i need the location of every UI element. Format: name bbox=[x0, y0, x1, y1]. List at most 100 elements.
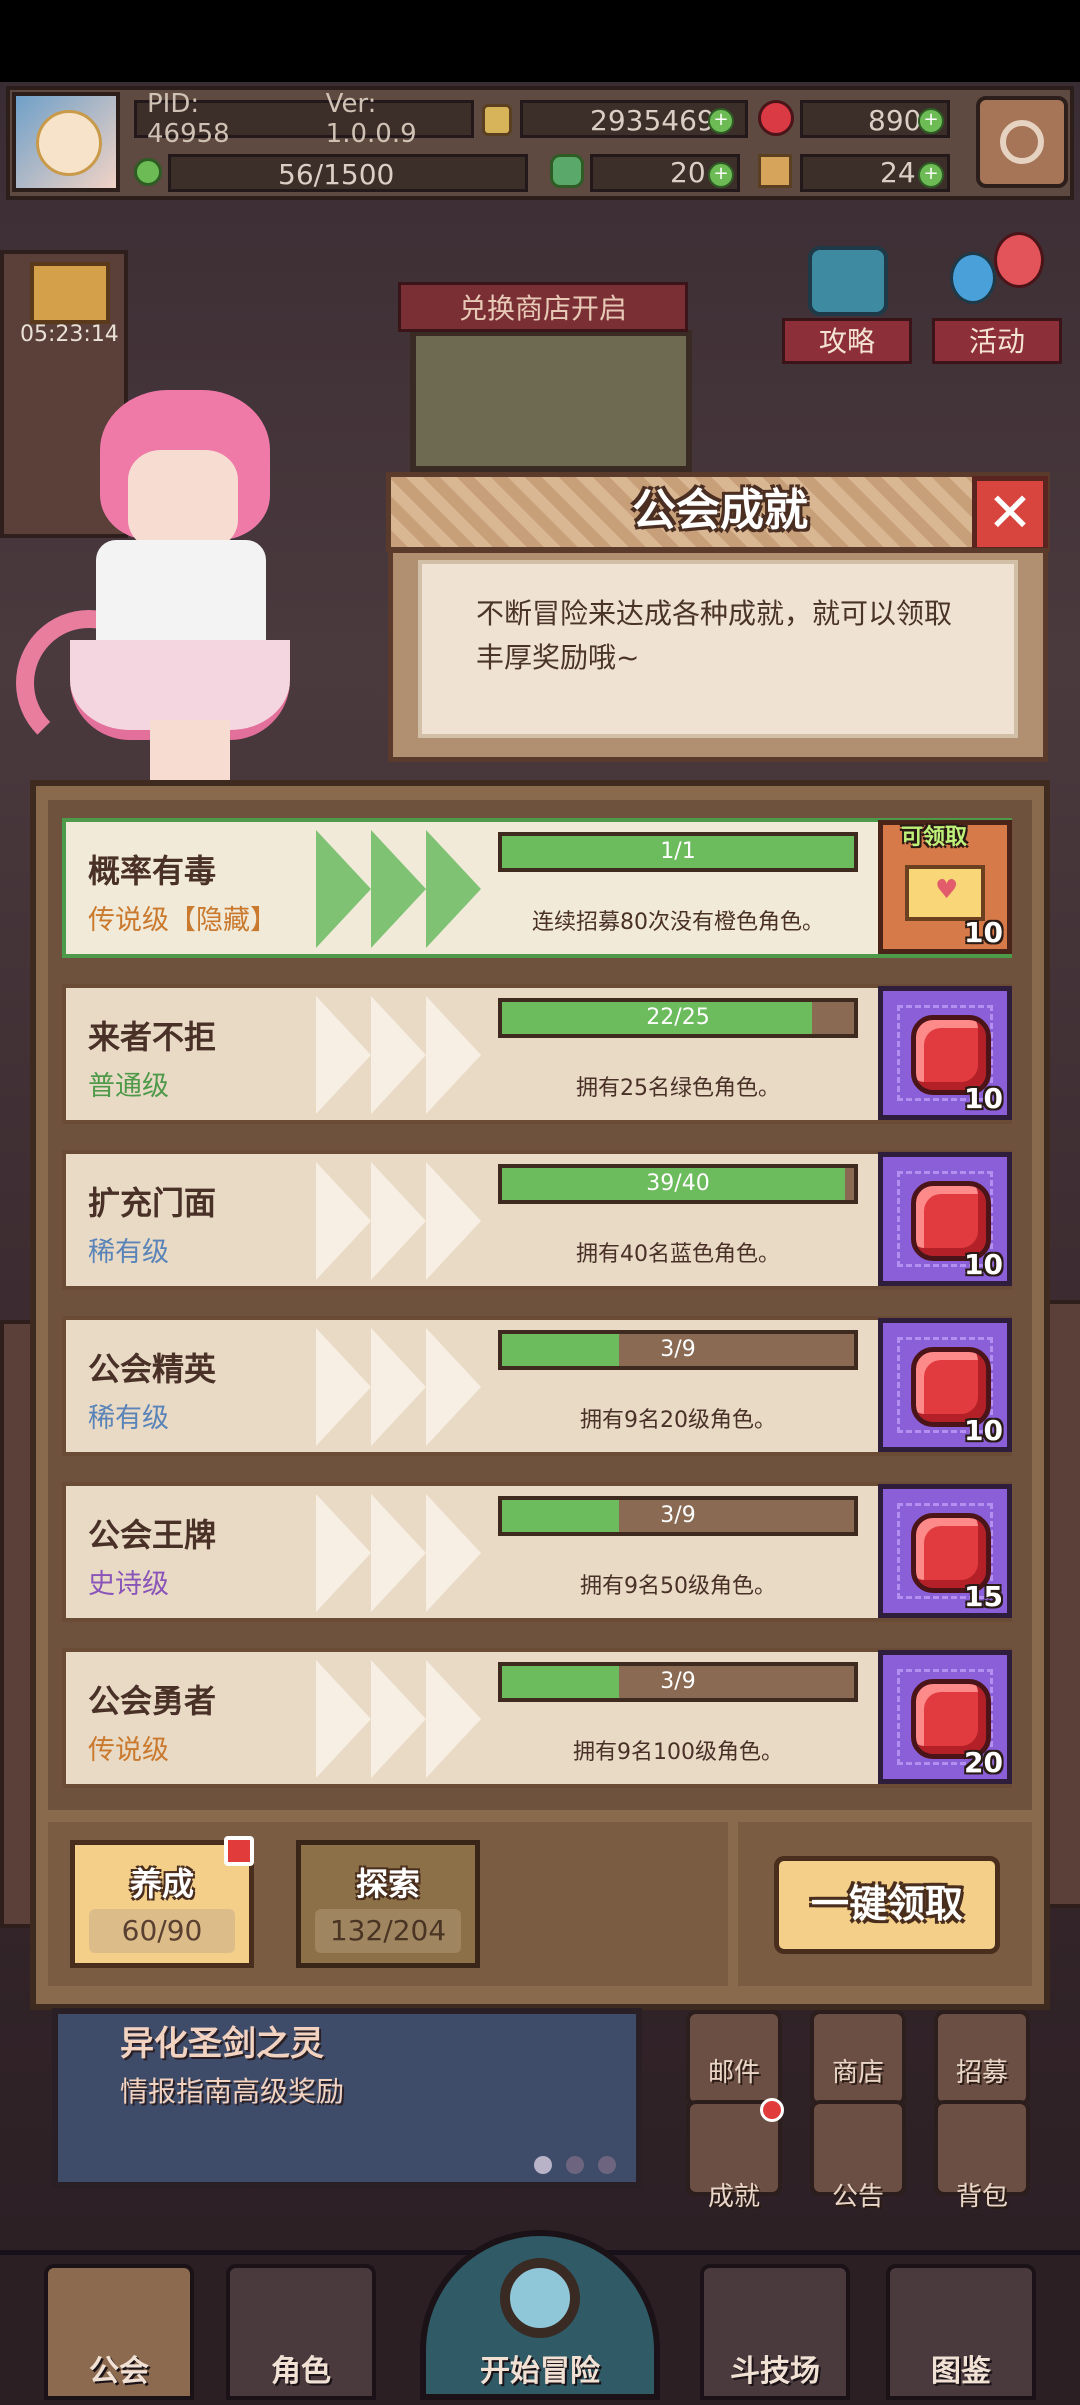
reward-count: 15 bbox=[964, 1580, 1003, 1613]
magnifier-icon bbox=[500, 2258, 580, 2338]
achievement-row[interactable]: 公会勇者传说级 3/9 拥有9名100级角色。 bbox=[62, 1648, 1012, 1788]
progress-text: 3/9 bbox=[660, 1503, 696, 1528]
progress-bar: 22/25 bbox=[498, 998, 858, 1038]
tab-train-label: 养成 bbox=[129, 1865, 194, 1903]
player-avatar[interactable] bbox=[12, 92, 120, 192]
status-bar bbox=[0, 0, 1080, 82]
clover-amount: 20 bbox=[670, 156, 706, 189]
achievement-description: 拥有9名20级角色。 bbox=[580, 1408, 776, 1433]
gem-icon bbox=[758, 100, 794, 136]
achievement-description: 连续招募80次没有橙色角色。 bbox=[532, 910, 824, 935]
add-gold-icon[interactable]: + bbox=[708, 108, 734, 134]
notice-label: 公告 bbox=[831, 2182, 884, 2212]
tab-explore-label: 探索 bbox=[355, 1865, 420, 1903]
version-text: Ver: 1.0.0.9 bbox=[325, 89, 417, 149]
bag-label: 背包 bbox=[955, 2182, 1008, 2212]
reward-slot[interactable]: 10 bbox=[878, 1152, 1012, 1286]
achievement-rarity: 史诗级 bbox=[88, 1569, 169, 1600]
progress-text: 3/9 bbox=[660, 1669, 696, 1694]
guide-button[interactable]: 攻略 bbox=[782, 318, 912, 364]
notification-dot bbox=[760, 2098, 784, 2122]
window-decoration bbox=[410, 330, 692, 472]
reward-slot[interactable]: 10 bbox=[878, 1318, 1012, 1452]
gold-coin-icon bbox=[482, 104, 512, 136]
nav-character-label: 角色 bbox=[271, 2354, 331, 2389]
add-gem-icon[interactable]: + bbox=[918, 108, 944, 134]
progress-text: 1/1 bbox=[660, 839, 696, 864]
progress-text: 39/40 bbox=[646, 1171, 710, 1196]
event-timer: 05:23:14 bbox=[20, 322, 119, 347]
progress-text: 3/9 bbox=[660, 1337, 696, 1362]
reward-count: 10 bbox=[964, 1248, 1003, 1281]
progress-bar: 3/9 bbox=[498, 1662, 858, 1702]
hammer-icon bbox=[758, 154, 792, 188]
reward-claim-button[interactable]: 可领取 10 bbox=[878, 820, 1012, 954]
achievement-rarity: 稀有级 bbox=[88, 1237, 169, 1268]
achievement-name: 公会精英 bbox=[88, 1350, 217, 1388]
progress-bar: 1/1 bbox=[498, 832, 858, 872]
achievement-row[interactable]: 来者不拒普通级 22/25 拥有25名绿色角色。 bbox=[62, 984, 1012, 1124]
reward-slot[interactable]: 20 bbox=[878, 1650, 1012, 1784]
description-line: 不断冒险来达成各种成就，就可以领取 bbox=[476, 597, 953, 630]
progress-text: 22/25 bbox=[646, 1005, 710, 1030]
reward-slot[interactable]: 15 bbox=[878, 1484, 1012, 1618]
achievement-description: 拥有9名100级角色。 bbox=[573, 1740, 783, 1765]
claim-all-button[interactable]: 一键领取 bbox=[774, 1856, 1000, 1954]
description-line: 丰厚奖励哦~ bbox=[476, 641, 640, 674]
pid-text: PID: 46958 bbox=[147, 89, 230, 149]
achievement-name: 公会王牌 bbox=[88, 1516, 217, 1554]
gold-amount: 2935469 bbox=[590, 104, 715, 137]
tab-train-count: 60/90 bbox=[89, 1909, 235, 1953]
nav-guild-label: 公会 bbox=[89, 2354, 149, 2389]
achievement-rarity: 传说级 bbox=[88, 1735, 169, 1766]
progress-bar: 39/40 bbox=[498, 1164, 858, 1204]
add-hammer-icon[interactable]: + bbox=[918, 162, 944, 188]
recruit-label: 招募 bbox=[955, 2058, 1008, 2088]
add-clover-icon[interactable]: + bbox=[708, 162, 734, 188]
character-legs bbox=[150, 720, 230, 780]
progress-bar: 3/9 bbox=[498, 1330, 858, 1370]
achievement-name: 概率有毒 bbox=[88, 852, 217, 890]
close-button[interactable]: ✕ bbox=[972, 476, 1048, 552]
carousel-dot[interactable] bbox=[598, 2156, 616, 2174]
clover-icon bbox=[550, 154, 584, 188]
achievement-row[interactable]: 扩充门面稀有级 39/40 拥有40名蓝色角色。 bbox=[62, 1150, 1012, 1290]
achievement-rarity: 稀有级 bbox=[88, 1403, 169, 1434]
achievement-row[interactable]: 公会精英稀有级 3/9 拥有9名20级角色。 bbox=[62, 1316, 1012, 1456]
tab-explore[interactable]: 探索 132/204 bbox=[296, 1840, 480, 1968]
promo-subtitle: 情报指南高级奖励 bbox=[120, 2075, 345, 2108]
achievement-name: 来者不拒 bbox=[88, 1018, 217, 1056]
carousel-dot[interactable] bbox=[566, 2156, 584, 2174]
notification-dot bbox=[224, 1836, 254, 1866]
popup-description: 不断冒险来达成各种成就，就可以领取 丰厚奖励哦~ bbox=[476, 592, 996, 680]
reward-count: 20 bbox=[964, 1746, 1003, 1779]
carousel-dot[interactable] bbox=[534, 2156, 552, 2174]
event-button[interactable]: 活动 bbox=[932, 318, 1062, 364]
tab-explore-count: 132/204 bbox=[315, 1909, 461, 1953]
achievement-description: 拥有25名绿色角色。 bbox=[576, 1076, 780, 1101]
exchange-shop-banner[interactable]: 兑换商店开启 bbox=[398, 282, 688, 332]
claimable-tag: 可领取 bbox=[901, 825, 968, 850]
settings-gear-icon[interactable] bbox=[976, 96, 1068, 188]
nav-codex-label: 图鉴 bbox=[931, 2354, 991, 2389]
balloons-icon[interactable] bbox=[950, 232, 1050, 312]
guide-chat-icon[interactable] bbox=[808, 246, 888, 316]
achievement-label: 成就 bbox=[707, 2182, 760, 2212]
achievement-name: 公会勇者 bbox=[88, 1682, 217, 1720]
reward-slot[interactable]: 10 bbox=[878, 986, 1012, 1120]
reward-count: 10 bbox=[964, 1414, 1003, 1447]
gift-box-icon[interactable] bbox=[30, 262, 110, 324]
achievement-description: 拥有40名蓝色角色。 bbox=[576, 1242, 780, 1267]
achievement-rarity: 传说级【隐藏】 bbox=[88, 905, 277, 936]
envelope-icon bbox=[905, 865, 985, 921]
nav-arena-label: 斗技场 bbox=[730, 2354, 820, 2389]
achievement-name: 扩充门面 bbox=[88, 1184, 217, 1222]
nav-start-label: 开始冒险 bbox=[480, 2354, 600, 2389]
achievement-row[interactable]: 公会王牌史诗级 3/9 拥有9名50级角色。 bbox=[62, 1482, 1012, 1622]
hammer-amount: 24 bbox=[880, 156, 916, 189]
achievement-rarity: 普通级 bbox=[88, 1071, 169, 1102]
achievement-row[interactable]: 概率有毒传说级【隐藏】 1/1 连续招募80次没有橙色角色。 bbox=[62, 818, 1012, 958]
reward-count: 10 bbox=[964, 1082, 1003, 1115]
stamina-amount: 56/1500 bbox=[278, 158, 395, 191]
achievement-description: 拥有9名50级角色。 bbox=[580, 1574, 776, 1599]
